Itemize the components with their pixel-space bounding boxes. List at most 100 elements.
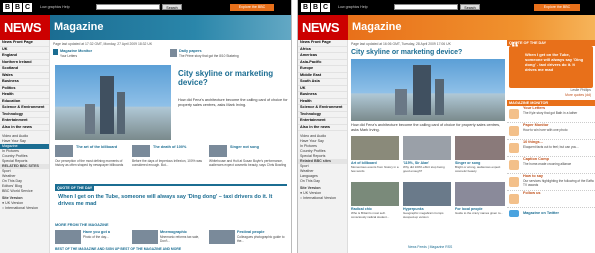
hero-tower-image[interactable] bbox=[351, 59, 505, 121]
bottom-links[interactable]: BEST OF THE MAGAZINE AND SIGN UP BEST OF… bbox=[55, 247, 181, 251]
grid-text-5: Geographic megabrain trumps stooped-up v… bbox=[403, 211, 444, 219]
more-from-magazine-label: MORE FROM THE MAGAZINE bbox=[55, 223, 109, 227]
search-button[interactable]: Search bbox=[460, 4, 480, 10]
monitor-item-desc: The Kyle story that got Bath in a lather bbox=[523, 111, 578, 115]
bottom-card-title-1[interactable]: Have you got a bbox=[83, 230, 110, 234]
monitor-item[interactable]: Paper Monitor How to win hore with one ph… bbox=[507, 123, 595, 140]
monitor-item[interactable]: Follow us bbox=[507, 191, 595, 208]
bottom-card-title-3[interactable]: Festival people bbox=[237, 230, 264, 234]
monitor-item[interactable]: 10 things... Eloquent facts cut to feel; … bbox=[507, 140, 595, 157]
related-site-link[interactable]: On This Day bbox=[298, 179, 347, 184]
grid-text-4: Who is Britain's most self-consciously r… bbox=[351, 211, 390, 219]
left-navigation: News Front Page Africa Americas Asia-Pacifi… bbox=[298, 40, 348, 253]
card-title-1[interactable]: The art of the billboard bbox=[76, 145, 117, 149]
news-banner: NEWS Magazine bbox=[0, 15, 291, 40]
bottom-card-text-2: Mnemonic reforms tax sale, Don't... bbox=[160, 235, 200, 244]
grid-text-3: Bright or wrong, audiences expect cosmet… bbox=[455, 165, 501, 173]
search-input[interactable] bbox=[96, 4, 160, 10]
twitter-link[interactable]: Magazine on Twitter bbox=[523, 211, 559, 215]
card-image-1[interactable] bbox=[55, 145, 73, 157]
more-quotes-link[interactable]: More quotes (dd) bbox=[507, 93, 595, 98]
top-links[interactable]: Low graphics Help bbox=[40, 5, 70, 9]
right-column: QUOTE OF THE DAY “ When I get on the Tub… bbox=[507, 40, 595, 253]
monitor-item-desc: Eloquent facts cut to feel; but can you.… bbox=[523, 145, 579, 149]
magazine-monitor-list: Your Letters The Kyle story that got Bath… bbox=[507, 106, 595, 208]
grid-text-2: Why did 100% effort stop being good enou… bbox=[403, 165, 445, 173]
twitter-row[interactable]: Magazine on Twitter bbox=[507, 208, 595, 217]
news-banner: NEWS Magazine bbox=[298, 15, 595, 40]
nav-sublist: Video and Audio Have Your Say In Pictures C… bbox=[298, 134, 347, 159]
bbc-top-bar: BBC Low graphics Help Search Explore the… bbox=[298, 0, 595, 15]
monitor-item-icon bbox=[509, 143, 519, 153]
monitor-item[interactable]: Caption Comp The home-made crooning allia… bbox=[507, 157, 595, 174]
grid-text-6: Guide to the crazy names given to... bbox=[455, 211, 504, 215]
card-text-2: Before the days of Imperious Inflexion, … bbox=[132, 159, 202, 168]
grid-image-4[interactable] bbox=[351, 182, 399, 206]
promo-papers-text: The Prime story that got the 8/10 Stakei… bbox=[179, 54, 239, 58]
right-page-screenshot: BBC Low graphics Help Search Explore the… bbox=[297, 0, 595, 253]
grid-image-2[interactable] bbox=[403, 136, 451, 160]
bottom-card-image-3[interactable] bbox=[209, 230, 235, 244]
last-updated: Page last updated at 17:32 GMT, Monday, … bbox=[53, 42, 153, 46]
related-site-link[interactable]: BBC World Service bbox=[0, 189, 49, 194]
quote-label: QUOTE OF THE DAY bbox=[55, 186, 95, 191]
card-image-3[interactable] bbox=[209, 145, 227, 157]
monitor-item-desc: How to win hore with one photo bbox=[523, 128, 568, 132]
hero-headline[interactable]: City skyline or marketing device? bbox=[178, 69, 288, 87]
search-button[interactable]: Search bbox=[162, 4, 182, 10]
nav-sublist: Video and Audio Have Your Say Magazine In P… bbox=[0, 134, 49, 164]
card-text-3: Whitehouse and Huit at Susan Boyle's per… bbox=[209, 159, 287, 168]
hero-headline[interactable]: City skyline or marketing device? bbox=[351, 49, 507, 57]
section-title: Magazine bbox=[348, 15, 595, 40]
bottom-card-text-1: Photo of the day... bbox=[83, 235, 109, 239]
quote-of-day-box: “ When I get on the Tube, someone will a… bbox=[509, 40, 593, 88]
left-navigation: News Front Page UK England Northern Ireland… bbox=[0, 40, 50, 253]
hero-summary: How did Fenz's architecture become the c… bbox=[351, 123, 501, 132]
news-logo[interactable]: NEWS bbox=[298, 15, 348, 40]
section-title: Magazine bbox=[50, 15, 291, 40]
monitor-item[interactable]: How to say Our services highlighting the … bbox=[507, 174, 595, 191]
monitor-item-title[interactable]: Follow us bbox=[523, 191, 595, 196]
card-title-2[interactable]: The death of 100% bbox=[153, 145, 186, 149]
edition-intl-radio[interactable]: ○ International Version bbox=[0, 206, 49, 211]
monitor-item-icon bbox=[509, 177, 519, 187]
card-text-1: Our perception of the most defining mome… bbox=[55, 159, 124, 168]
grid-image-1[interactable] bbox=[351, 136, 399, 160]
monitor-item-desc: Our services highlighting the following … bbox=[523, 179, 594, 187]
monitor-item-icon bbox=[509, 109, 519, 119]
search-input[interactable] bbox=[394, 4, 458, 10]
bbc-logo[interactable]: BBC bbox=[301, 3, 330, 12]
related-sites-list: Sport Weather Languages On This Day bbox=[298, 164, 347, 184]
edition-intl-radio[interactable]: ○ International Version bbox=[298, 196, 347, 201]
bottom-card-text-3: Colleagues photographic guide to the... bbox=[237, 235, 285, 244]
explore-bbc-button[interactable]: Explore the BBC bbox=[230, 4, 274, 11]
quote-mark-icon: “ bbox=[511, 40, 519, 57]
monitor-item[interactable]: Your Letters The Kyle story that got Bath… bbox=[507, 106, 595, 123]
bbc-logo[interactable]: BBC bbox=[3, 3, 32, 12]
promo-monitor-title[interactable]: Magazine Monitor bbox=[60, 49, 92, 53]
nav-list: News Front Page Africa Americas Asia-Pacifi… bbox=[298, 40, 347, 131]
grid-image-6[interactable] bbox=[455, 182, 505, 206]
main-content: Page last updated at 16:06 GMT, Tuesday,… bbox=[348, 40, 508, 253]
related-sites-list: Sport Weather On This Day Editors' Blog BBC … bbox=[0, 169, 49, 194]
grid-image-5[interactable] bbox=[403, 182, 451, 206]
card-image-2[interactable] bbox=[132, 145, 150, 157]
monitor-icon bbox=[53, 49, 58, 55]
last-updated: Page last updated at 16:06 GMT, Tuesday,… bbox=[351, 42, 451, 46]
grid-image-3[interactable] bbox=[455, 136, 505, 160]
left-page-screenshot: BBC Low graphics Help Search Explore the… bbox=[0, 0, 292, 253]
bottom-card-image-2[interactable] bbox=[132, 230, 158, 244]
promo-papers-title[interactable]: Daily papers bbox=[179, 49, 202, 53]
card-title-3[interactable]: Singer not song bbox=[230, 145, 259, 149]
explore-bbc-button[interactable]: Explore the BBC bbox=[534, 4, 580, 11]
news-logo[interactable]: NEWS bbox=[0, 15, 50, 40]
news-feeds-link[interactable]: News Feeds | Magazine RSS bbox=[408, 245, 452, 249]
grid-text-1: Momentous events from history in a few w… bbox=[351, 165, 399, 173]
bottom-card-title-2[interactable]: Mnemographic bbox=[160, 230, 187, 234]
hero-tower-image[interactable] bbox=[55, 65, 171, 140]
main-content: Page last updated at 17:32 GMT, Monday, … bbox=[50, 40, 291, 253]
top-links[interactable]: Low graphics Help bbox=[338, 5, 368, 9]
bottom-card-image-1[interactable] bbox=[55, 230, 81, 244]
nav-list: News Front Page UK England Northern Ireland… bbox=[0, 40, 49, 131]
monitor-item-desc: The home-made crooning alliance bbox=[523, 162, 572, 166]
